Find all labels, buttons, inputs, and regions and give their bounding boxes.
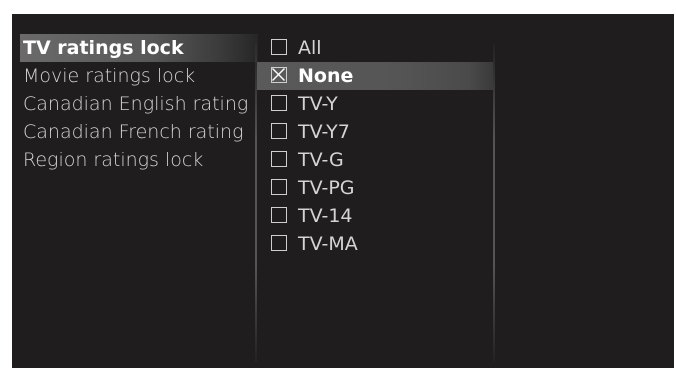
option-tv-ma[interactable]: TV-MA [257,230,493,258]
menu-item-movie-ratings-lock[interactable]: Movie ratings lock [20,62,258,90]
menu-item-canadian-english-rating[interactable]: Canadian English rating [20,90,258,118]
menu-item-region-ratings-lock[interactable]: Region ratings lock [20,146,258,174]
option-none[interactable]: None [257,62,493,90]
ratings-category-menu: TV ratings lock Movie ratings lock Canad… [20,34,258,174]
option-tv-g[interactable]: TV-G [257,146,493,174]
column-divider-right [493,44,495,362]
option-label: None [298,65,354,87]
option-label: TV-G [298,149,344,171]
option-tv-14[interactable]: TV-14 [257,202,493,230]
tv-ratings-options-list: All None TV-Y TV-Y7 TV-G TV-PG TV-14 TV-… [257,34,493,258]
checkbox-icon [271,123,287,139]
checked-checkbox-icon [271,67,287,83]
checkbox-icon [271,207,287,223]
option-label: All [298,37,322,59]
option-label: TV-MA [298,233,358,255]
option-label: TV-Y7 [298,121,350,143]
tv-settings-screen: TV ratings lock Movie ratings lock Canad… [12,14,674,368]
checkbox-icon [271,39,287,55]
option-label: TV-14 [298,205,353,227]
option-tv-y7[interactable]: TV-Y7 [257,118,493,146]
menu-item-canadian-french-rating[interactable]: Canadian French rating [20,118,258,146]
menu-item-tv-ratings-lock[interactable]: TV ratings lock [20,34,258,62]
checkbox-icon [271,95,287,111]
checkbox-icon [271,179,287,195]
checkbox-icon [271,235,287,251]
option-all[interactable]: All [257,34,493,62]
checkbox-icon [271,151,287,167]
option-tv-pg[interactable]: TV-PG [257,174,493,202]
option-tv-y[interactable]: TV-Y [257,90,493,118]
option-label: TV-PG [298,177,355,199]
option-label: TV-Y [298,93,338,115]
